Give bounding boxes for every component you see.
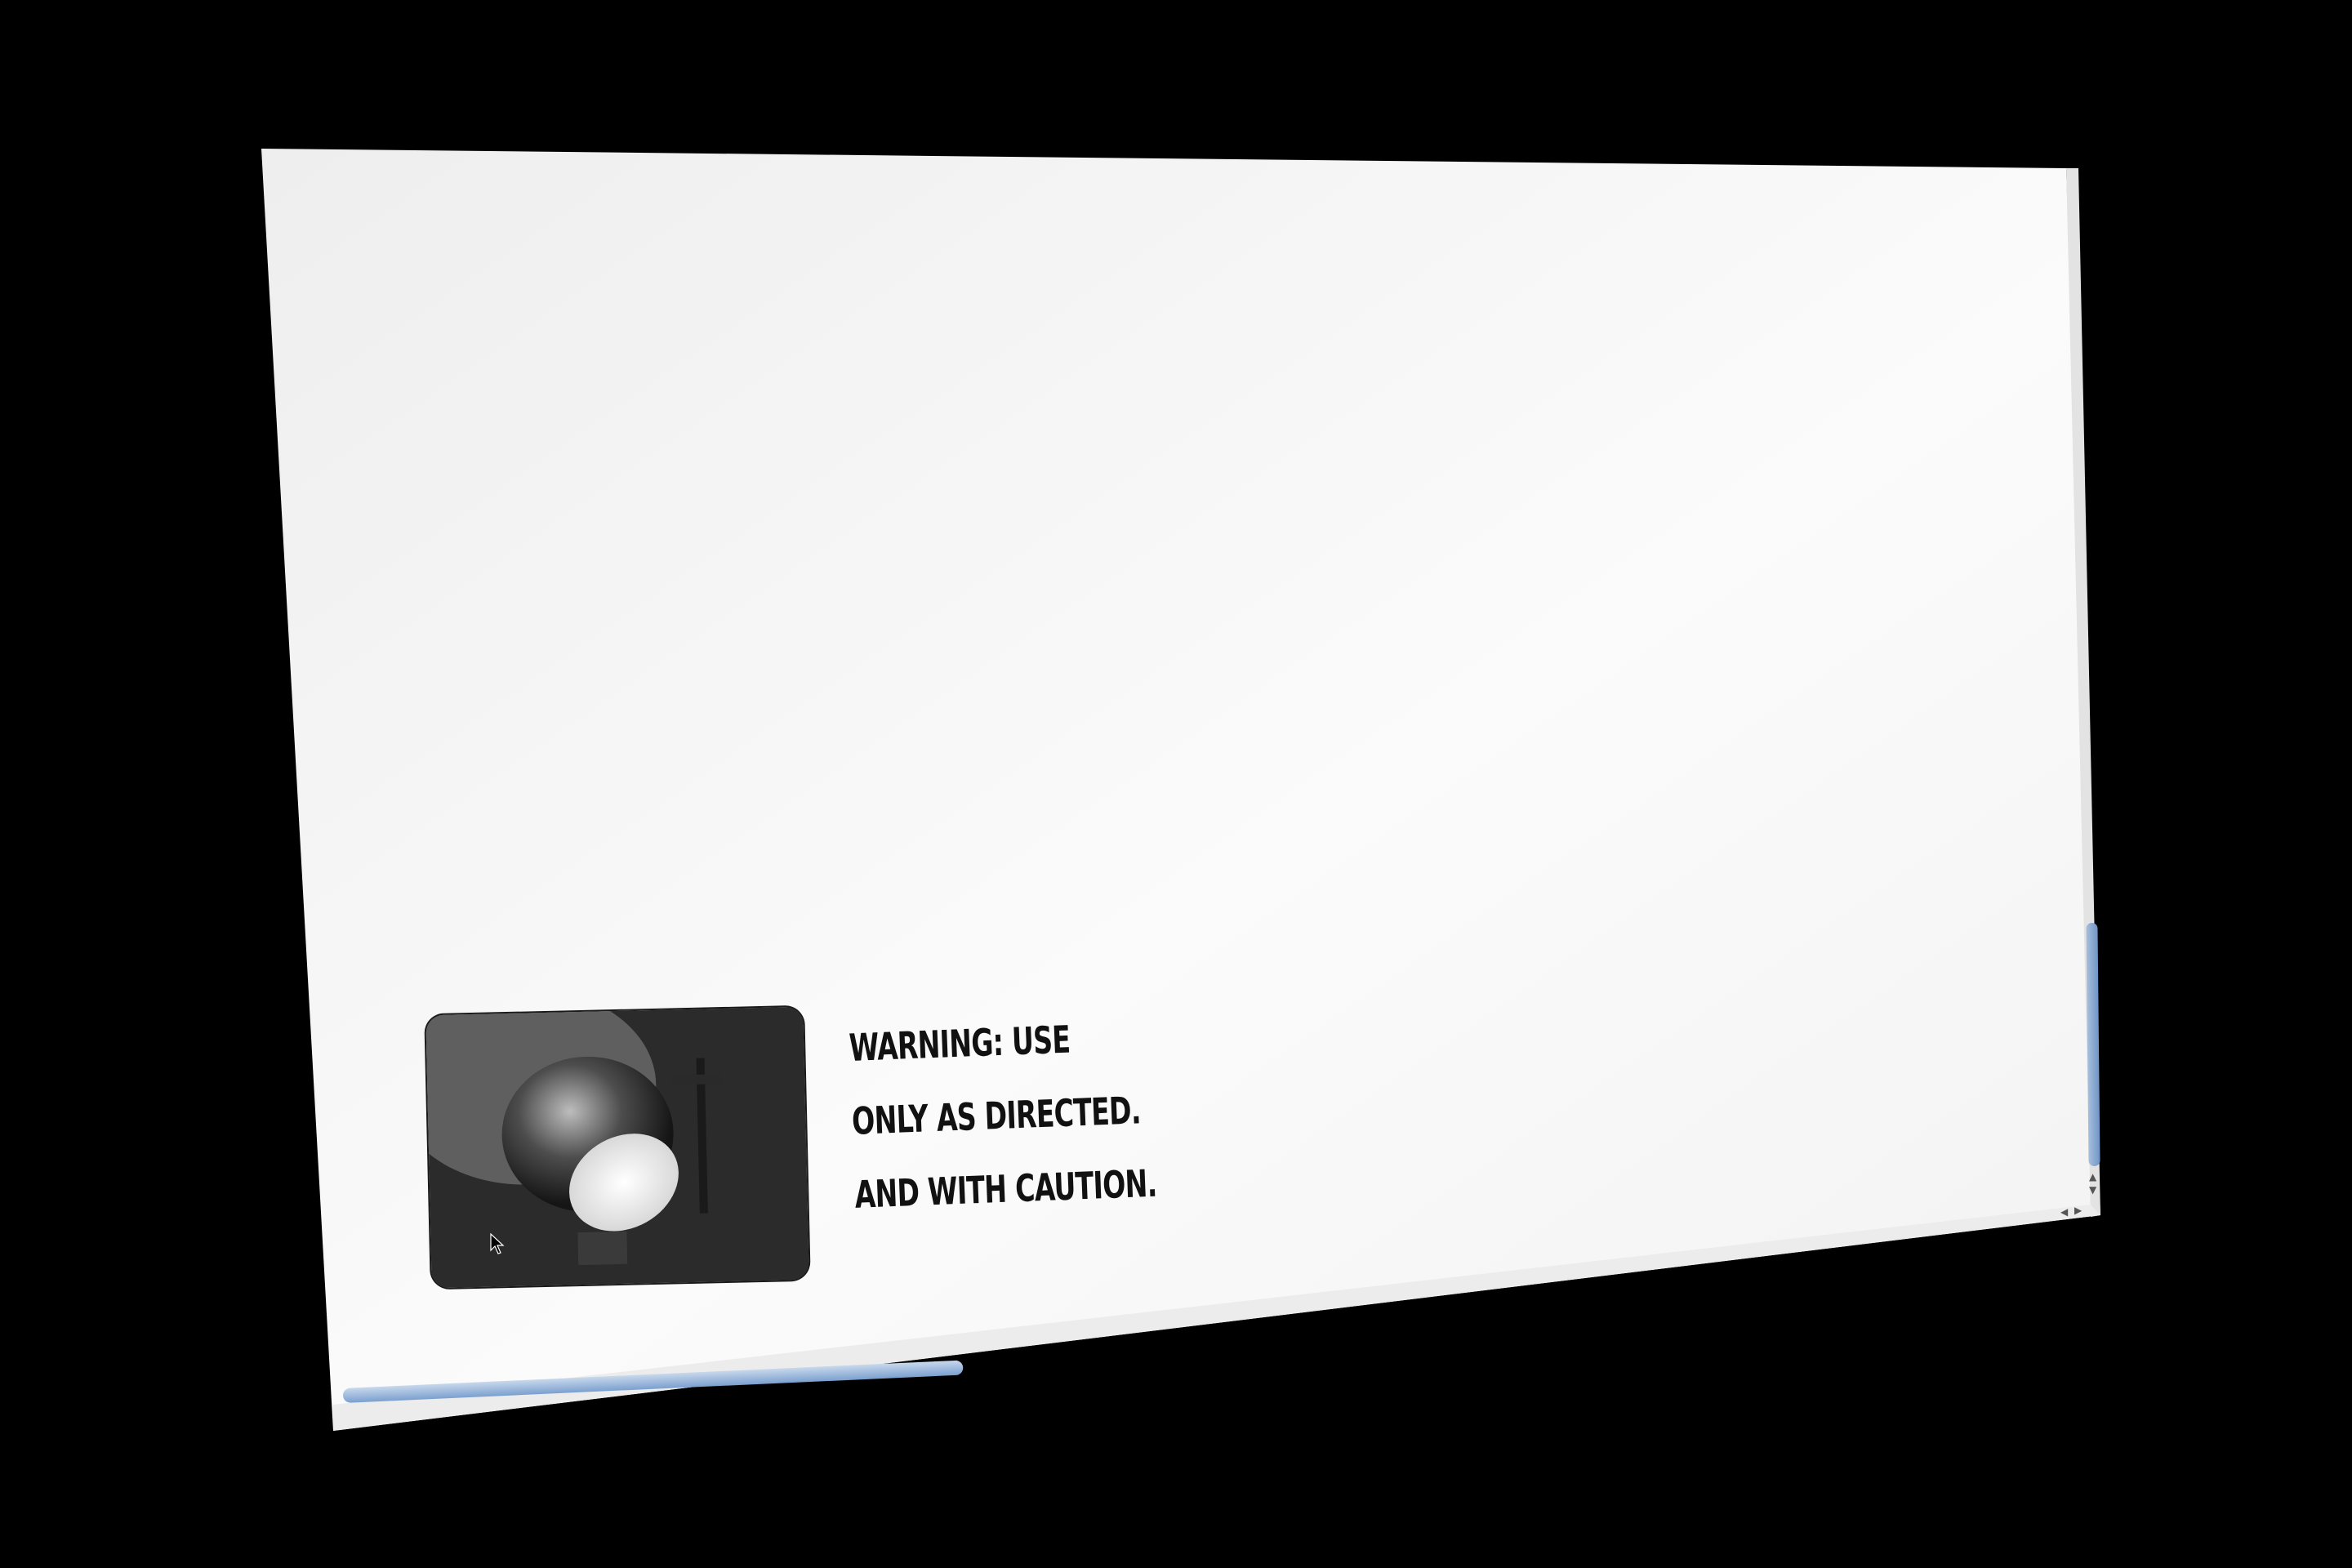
spotlight-photo-icon — [425, 1006, 809, 1289]
monitor-screen — [261, 149, 2100, 1431]
scroll-right-arrow-icon[interactable]: ▶ — [2074, 1205, 2082, 1216]
photo-stage: WARNING: USE ONLY AS DIRECTED. AND WITH … — [0, 0, 2352, 1568]
scroll-down-arrow-icon[interactable]: ▼ — [2089, 1184, 2096, 1196]
scroll-up-arrow-icon[interactable]: ▲ — [2089, 1171, 2096, 1183]
warning-message: WARNING: USE ONLY AS DIRECTED. AND WITH … — [848, 998, 1199, 1232]
warning-line-2: ONLY AS DIRECTED. — [851, 1088, 1142, 1143]
warning-line-3: AND WITH CAUTION. — [853, 1160, 1158, 1217]
warning-line-1: WARNING: USE — [848, 1017, 1071, 1070]
spotlight-thumbnail[interactable] — [425, 1006, 809, 1289]
scroll-left-arrow-icon[interactable]: ◀ — [2060, 1206, 2068, 1218]
mouse-cursor-icon — [490, 1233, 505, 1254]
